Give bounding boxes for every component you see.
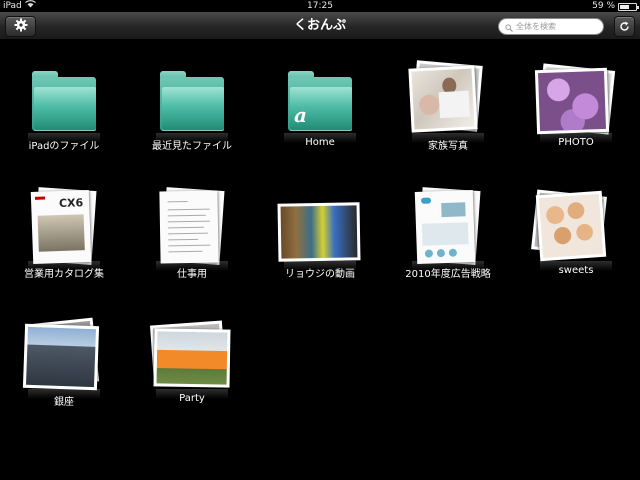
videos-ryouji[interactable]: リョウジの動画 <box>256 169 384 297</box>
album-family-photos[interactable]: 家族写真 <box>384 41 512 169</box>
battery-percent: 59 % <box>592 1 615 11</box>
home-logo-icon: a <box>294 103 307 127</box>
photo-stack-icon <box>512 41 640 141</box>
album-photo[interactable]: PHOTO <box>512 41 640 169</box>
file-grid: iPadのファイル 最近見たファイル a Home 家族写真 PHOTO CX6… <box>0 41 640 480</box>
status-right: 59 % <box>592 0 639 12</box>
status-bar: iPad 17:25 59 % <box>0 0 640 12</box>
document-stack-icon <box>384 169 512 269</box>
battery-icon <box>618 3 639 11</box>
search-icon <box>505 17 513 36</box>
item-label: 銀座 <box>54 397 74 408</box>
search-field[interactable] <box>498 18 604 35</box>
item-label: 最近見たファイル <box>152 141 232 152</box>
refresh-icon <box>619 17 630 36</box>
catalog-title-text: CX6 <box>58 196 84 211</box>
navigation-bar: くおんぷ <box>0 12 640 40</box>
refresh-button[interactable] <box>614 16 635 37</box>
status-time: 17:25 <box>307 1 333 11</box>
item-label: Home <box>305 137 335 148</box>
document-stack-icon: CX6 <box>0 169 128 269</box>
folder-icon: a <box>288 71 352 131</box>
photo-stack-icon <box>384 41 512 141</box>
photo-stack-icon <box>512 169 640 269</box>
item-label: PHOTO <box>558 137 594 148</box>
item-label: 営業用カタログ集 <box>24 269 104 280</box>
folder-recent-files[interactable]: 最近見たファイル <box>128 41 256 169</box>
folder-icon <box>160 71 224 131</box>
album-sweets[interactable]: sweets <box>512 169 640 297</box>
album-ginza[interactable]: 銀座 <box>0 297 128 425</box>
docs-sales-catalog[interactable]: CX6 営業用カタログ集 <box>0 169 128 297</box>
folder-icon <box>32 71 96 131</box>
search-input[interactable] <box>516 22 600 31</box>
item-label: リョウジの動画 <box>285 269 355 280</box>
album-party[interactable]: Party <box>128 297 256 425</box>
folder-ipad-files[interactable]: iPadのファイル <box>0 41 128 169</box>
photo-stack-icon <box>128 297 256 397</box>
photo-stack-icon <box>0 297 128 397</box>
item-label: Party <box>179 393 205 404</box>
item-label: 家族写真 <box>428 141 468 152</box>
battery-fill <box>620 5 629 9</box>
docs-work[interactable]: 仕事用 <box>128 169 256 297</box>
item-label: sweets <box>558 265 594 276</box>
document-stack-icon <box>128 169 256 269</box>
docs-2010-ad-strategy[interactable]: 2010年度広告戦略 <box>384 169 512 297</box>
item-label: 2010年度広告戦略 <box>405 269 491 280</box>
item-label: iPadのファイル <box>28 141 100 152</box>
folder-home[interactable]: a Home <box>256 41 384 169</box>
video-stack-icon <box>256 169 384 269</box>
item-label: 仕事用 <box>177 269 207 280</box>
